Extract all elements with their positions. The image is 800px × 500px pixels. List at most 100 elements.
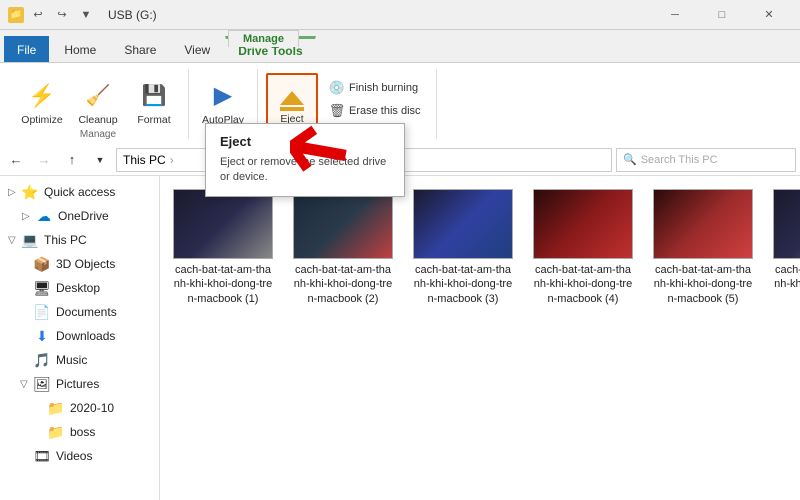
erase-icon: 🗑 xyxy=(329,103,345,119)
this-pc-icon: 💻 xyxy=(21,231,39,249)
title-bar: 📁 ↩ ↪ ▼ USB (G:) ─ □ ✕ xyxy=(0,0,800,30)
cleanup-icon: 🧹 xyxy=(82,80,114,112)
file-name-3: cach-bat-tat-am-thanh-khi-khoi-dong-tren… xyxy=(413,263,513,306)
eject-button[interactable]: Eject xyxy=(266,73,318,129)
cleanup-button[interactable]: 🧹 Cleanup xyxy=(72,73,124,129)
file-item-3[interactable]: cach-bat-tat-am-thanh-khi-khoi-dong-tren… xyxy=(408,184,518,311)
sidebar-item-downloads[interactable]: ▷ ⬇ Downloads xyxy=(0,324,159,348)
sidebar-item-videos[interactable]: ▷ 🎞 Videos xyxy=(0,444,159,468)
file-thumbnail-3 xyxy=(413,189,513,259)
sidebar-item-boss[interactable]: ▷ 📁 boss xyxy=(0,420,159,444)
sidebar-label-quick-access: Quick access xyxy=(44,185,115,199)
close-button[interactable]: ✕ xyxy=(746,0,792,30)
file-item-2[interactable]: cach-bat-tat-am-thanh-khi-khoi-dong-tren… xyxy=(288,184,398,311)
file-thumbnail-2 xyxy=(293,189,393,259)
finish-burning-button[interactable]: 💿 Finish burning xyxy=(322,77,428,99)
nav-up-button[interactable]: ↑ xyxy=(60,148,84,172)
quick-access-icon: ⭐ xyxy=(21,183,39,201)
file-thumbnail-6 xyxy=(773,189,800,259)
tab-file[interactable]: File xyxy=(4,36,49,62)
finish-burning-icon: 💿 xyxy=(329,80,345,96)
breadcrumb-text: This PC xyxy=(123,153,166,167)
file-name-5: cach-bat-tat-am-thanh-khi-khoi-dong-tren… xyxy=(653,263,753,306)
file-name-6: cach-bat-tat-am-thanh-khi-khoi-dong-t... xyxy=(773,263,800,292)
sidebar-item-documents[interactable]: ▷ 📄 Documents xyxy=(0,300,159,324)
file-area: cach-bat-tat-am-thanh-khi-khoi-dong-tren… xyxy=(160,176,800,500)
sidebar-label-downloads: Downloads xyxy=(56,329,115,343)
title-bar-icon: 📁 xyxy=(8,7,24,23)
minimize-button[interactable]: ─ xyxy=(652,0,698,30)
sidebar-item-desktop[interactable]: ▷ 🖥 Desktop xyxy=(0,276,159,300)
manage-group-label: Manage xyxy=(16,129,180,140)
3d-objects-icon: 📦 xyxy=(33,255,51,273)
sidebar-label-3d-objects: 3D Objects xyxy=(56,257,115,271)
search-icon: 🔍 xyxy=(623,153,637,166)
expand-thispc-icon: ▽ xyxy=(8,235,18,246)
file-name-1: cach-bat-tat-am-thanh-khi-khoi-dong-tren… xyxy=(173,263,273,306)
sidebar-label-pictures: Pictures xyxy=(56,377,99,391)
manage-buttons: ⚡ Optimize 🧹 Cleanup 💾 Format xyxy=(16,69,180,129)
tab-home[interactable]: Home xyxy=(51,36,109,62)
expand-quick-access-icon: ▷ xyxy=(8,187,18,198)
search-box[interactable]: 🔍 Search This PC xyxy=(616,148,796,172)
ribbon-group-manage: ⚡ Optimize 🧹 Cleanup 💾 Format Manage xyxy=(8,69,189,139)
title-text: USB (G:) xyxy=(108,8,157,22)
sidebar-label-desktop: Desktop xyxy=(56,281,100,295)
eject-icon xyxy=(276,79,308,111)
tab-view[interactable]: View xyxy=(171,36,223,62)
file-item-5[interactable]: cach-bat-tat-am-thanh-khi-khoi-dong-tren… xyxy=(648,184,758,311)
music-icon: 🎵 xyxy=(33,351,51,369)
file-name-2: cach-bat-tat-am-thanh-khi-khoi-dong-tren… xyxy=(293,263,393,306)
main-container: ▷ ⭐ Quick access ▷ ☁ OneDrive ▽ 💻 This P… xyxy=(0,176,800,500)
breadcrumb-arrow: › xyxy=(170,153,174,167)
ribbon-content: ⚡ Optimize 🧹 Cleanup 💾 Format Manage ▶ xyxy=(0,62,800,144)
boss-icon: 📁 xyxy=(47,423,65,441)
sidebar: ▷ ⭐ Quick access ▷ ☁ OneDrive ▽ 💻 This P… xyxy=(0,176,160,500)
nav-forward-button[interactable]: → xyxy=(32,148,56,172)
file-name-4: cach-bat-tat-am-thanh-khi-khoi-dong-tren… xyxy=(533,263,633,306)
quick-dropdown-btn[interactable]: ▼ xyxy=(76,5,96,25)
autoplay-icon: ▶ xyxy=(207,80,239,112)
manage-label: Manage xyxy=(228,30,299,47)
sidebar-item-3d-objects[interactable]: ▷ 📦 3D Objects xyxy=(0,252,159,276)
media-small-buttons: 💿 Finish burning 🗑 Erase this disc xyxy=(322,73,428,122)
desktop-icon: 🖥 xyxy=(33,279,51,297)
documents-icon: 📄 xyxy=(33,303,51,321)
quick-undo-btn[interactable]: ↩ xyxy=(28,5,48,25)
sidebar-label-boss: boss xyxy=(70,425,95,439)
sidebar-label-this-pc: This PC xyxy=(44,233,87,247)
file-item-1[interactable]: cach-bat-tat-am-thanh-khi-khoi-dong-tren… xyxy=(168,184,278,311)
sidebar-label-music: Music xyxy=(56,353,87,367)
tooltip-title: Eject xyxy=(220,134,390,149)
format-icon: 💾 xyxy=(138,80,170,112)
sidebar-label-videos: Videos xyxy=(56,449,92,463)
sidebar-item-this-pc[interactable]: ▽ 💻 This PC xyxy=(0,228,159,252)
sidebar-item-music[interactable]: ▷ 🎵 Music xyxy=(0,348,159,372)
maximize-button[interactable]: □ xyxy=(699,0,745,30)
ribbon: File Home Share View Drive Tools Manage … xyxy=(0,30,800,144)
search-placeholder: Search This PC xyxy=(641,154,718,166)
nav-dropdown-button[interactable]: ▼ xyxy=(88,148,112,172)
2020-10-icon: 📁 xyxy=(47,399,65,417)
file-item-6[interactable]: cach-bat-tat-am-thanh-khi-khoi-dong-t... xyxy=(768,184,800,311)
media-buttons: Eject 💿 Finish burning 🗑 Erase this disc xyxy=(266,69,428,129)
format-button[interactable]: 💾 Format xyxy=(128,73,180,129)
expand-onedrive-icon: ▷ xyxy=(22,211,32,222)
sidebar-item-pictures[interactable]: ▽ 🖼 Pictures xyxy=(0,372,159,396)
tab-share[interactable]: Share xyxy=(111,36,169,62)
expand-pictures-icon: ▽ xyxy=(20,379,30,390)
sidebar-item-2020-10[interactable]: ▷ 📁 2020-10 xyxy=(0,396,159,420)
file-grid: cach-bat-tat-am-thanh-khi-khoi-dong-tren… xyxy=(168,184,792,311)
file-thumbnail-4 xyxy=(533,189,633,259)
tooltip-description: Eject or remove the selected drive or de… xyxy=(220,155,390,186)
file-item-4[interactable]: cach-bat-tat-am-thanh-khi-khoi-dong-tren… xyxy=(528,184,638,311)
downloads-icon: ⬇ xyxy=(33,327,51,345)
sidebar-label-2020-10: 2020-10 xyxy=(70,401,114,415)
quick-redo-btn[interactable]: ↪ xyxy=(52,5,72,25)
autoplay-button[interactable]: ▶ AutoPlay xyxy=(197,73,249,129)
sidebar-item-quick-access[interactable]: ▷ ⭐ Quick access xyxy=(0,180,159,204)
sidebar-item-onedrive[interactable]: ▷ ☁ OneDrive xyxy=(0,204,159,228)
optimize-button[interactable]: ⚡ Optimize xyxy=(16,73,68,129)
erase-button[interactable]: 🗑 Erase this disc xyxy=(322,100,428,122)
nav-back-button[interactable]: ← xyxy=(4,148,28,172)
